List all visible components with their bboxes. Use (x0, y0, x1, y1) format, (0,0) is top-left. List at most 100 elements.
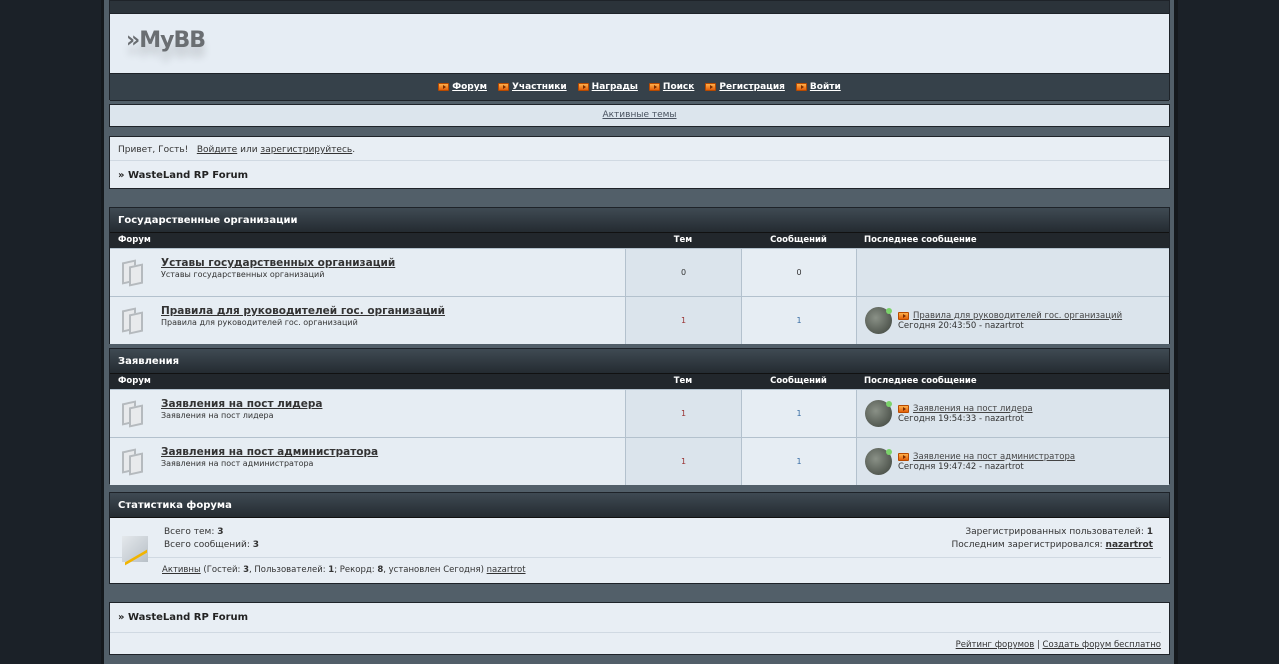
bullet-icon (497, 83, 509, 91)
bullet-icon (648, 83, 660, 91)
last-post-link[interactable]: Заявление на пост администратора (913, 452, 1075, 462)
dot: . (352, 145, 356, 155)
avatar[interactable] (865, 448, 892, 475)
online-stats: Активны (Гостей: 3, Пользователей: 1; Ре… (110, 558, 1169, 575)
logo-area: »MyBB (110, 13, 1169, 74)
total-topics-label: Всего тем: (164, 527, 215, 537)
registered-label: Зарегистрированных пользователей: (965, 527, 1144, 537)
last-post-date: Сегодня 20:43:50 - nazartrot (898, 320, 1024, 331)
nav-search[interactable]: Поиск (648, 82, 694, 92)
or-text: или (240, 145, 258, 155)
forum-rating-link[interactable]: Рейтинг форумов (956, 640, 1035, 650)
avatar[interactable] (865, 307, 892, 334)
online-text: ; Рекорд: (334, 565, 378, 575)
table-header: Форум Тем Сообщений Последнее сообщение (110, 374, 1169, 389)
col-forum: Форум (118, 235, 151, 245)
last-post: Правила для руководителей гос. организац… (856, 297, 1169, 344)
online-link[interactable]: Активны (162, 565, 201, 575)
forum-row: Заявления на пост лидера Заявления на пос… (110, 389, 1169, 437)
last-registered-user[interactable]: nazartrot (1106, 540, 1153, 550)
posts-count: 1 (741, 390, 856, 437)
topics-count: 0 (625, 249, 741, 296)
breadcrumb: » WasteLand RP Forum (118, 170, 249, 181)
forum-row: Заявления на пост администратора Заявлени… (110, 437, 1169, 485)
forum-desc: Уставы государственных организаций (161, 270, 325, 279)
forum-row: Правила для руководителей гос. организац… (110, 296, 1169, 344)
posts-count: 0 (741, 249, 856, 296)
bullet-icon (795, 83, 807, 91)
last-post: Заявление на пост администратора Сегодня … (856, 438, 1169, 485)
topics-count: 1 (625, 297, 741, 344)
nav-members[interactable]: Участники (497, 82, 567, 92)
nav-forum[interactable]: Форум (438, 82, 487, 92)
active-topics-bar: Активные темы (109, 104, 1170, 127)
last-post-empty (856, 249, 1169, 296)
stats-chart-icon (122, 536, 148, 562)
last-post: Заявления на пост лидера Сегодня 19:54:33… (856, 390, 1169, 437)
forum-read-icon (120, 257, 150, 287)
col-forum: Форум (118, 376, 151, 386)
topics-count: 1 (625, 390, 741, 437)
forum-stats: Статистика форума Всего тем: 3 Всего соо… (109, 492, 1170, 584)
bullet-icon (438, 83, 450, 91)
forum-row: Уставы государственных организаций Уставы… (110, 248, 1169, 296)
forum-read-icon (120, 398, 150, 428)
bullet-icon (705, 83, 717, 91)
breadcrumb-home[interactable]: WasteLand RP Forum (128, 612, 248, 623)
main-nav: Форум Участники Награды Поиск Регистраци… (110, 74, 1169, 101)
online-text: (Гостей: (200, 565, 244, 575)
page-container: »MyBB Форум Участники Награды Поиск Реги… (101, 0, 1178, 664)
login-link[interactable]: Войдите (197, 145, 237, 155)
stats-title: Статистика форума (110, 493, 1169, 518)
avatar[interactable] (865, 400, 892, 427)
col-topics: Тем (673, 235, 693, 245)
forum-title-link[interactable]: Уставы государственных организаций (161, 257, 395, 269)
forum-read-icon (120, 305, 150, 335)
breadcrumb-home[interactable]: WasteLand RP Forum (128, 170, 248, 181)
forum-desc: Заявления на пост администратора (161, 459, 314, 468)
total-posts: 3 (252, 540, 260, 550)
footer-breadcrumb: » WasteLand RP Forum (110, 603, 1161, 633)
greeting: Привет, Гость! (118, 145, 189, 155)
active-topics-link[interactable]: Активные темы (602, 110, 676, 120)
forum-read-icon (120, 446, 150, 476)
welcome-box: Привет, Гость! Войдите или зарегистрируй… (109, 136, 1170, 189)
posts-count: 1 (741, 438, 856, 485)
table-header: Форум Тем Сообщений Последнее сообщение (110, 233, 1169, 248)
category-applications: Заявления Форум Тем Сообщений Последнее … (109, 348, 1170, 485)
bullet-icon (577, 83, 589, 91)
mybb-logo[interactable]: »MyBB (126, 28, 206, 53)
nav-register[interactable]: Регистрация (705, 82, 785, 92)
goto-post-icon[interactable] (898, 452, 909, 461)
last-post-link[interactable]: Правила для руководителей гос. организац… (913, 311, 1122, 321)
register-link[interactable]: зарегистрируйтесь (260, 145, 352, 155)
forum-title-link[interactable]: Заявления на пост лидера (161, 398, 322, 410)
total-posts-label: Всего сообщений: (164, 540, 250, 550)
category-gov-orgs: Государственные организации Форум Тем Со… (109, 207, 1170, 344)
create-forum-link[interactable]: Создать форум бесплатно (1043, 640, 1161, 650)
forum-title-link[interactable]: Заявления на пост администратора (161, 446, 378, 458)
nav-awards[interactable]: Награды (577, 82, 638, 92)
col-last: Последнее сообщение (864, 235, 977, 245)
registered-count: 1 (1146, 527, 1153, 537)
last-registered-label: Последним зарегистрировался: (951, 540, 1103, 550)
separator: | (1036, 640, 1040, 650)
last-post-link[interactable]: Заявления на пост лидера (913, 404, 1033, 414)
online-text: , Пользователей: (248, 565, 329, 575)
category-title[interactable]: Заявления (110, 349, 1169, 374)
col-posts: Сообщений (770, 376, 827, 386)
col-last: Последнее сообщение (864, 376, 977, 386)
forum-title-link[interactable]: Правила для руководителей гос. организац… (161, 305, 445, 317)
posts-count: 1 (741, 297, 856, 344)
online-text: , установлен Сегодня) (383, 565, 487, 575)
nav-login[interactable]: Войти (795, 82, 841, 92)
col-posts: Сообщений (770, 235, 827, 245)
goto-post-icon[interactable] (898, 404, 909, 413)
header: »MyBB Форум Участники Награды Поиск Реги… (109, 0, 1170, 101)
goto-post-icon[interactable] (898, 311, 909, 320)
category-title[interactable]: Государственные организации (110, 208, 1169, 233)
footer: » WasteLand RP Forum Рейтинг форумов | С… (109, 602, 1170, 655)
total-topics: 3 (217, 527, 224, 537)
welcome-text: Привет, Гость! Войдите или зарегистрируй… (110, 137, 1169, 161)
online-user-link[interactable]: nazartrot (487, 565, 526, 575)
